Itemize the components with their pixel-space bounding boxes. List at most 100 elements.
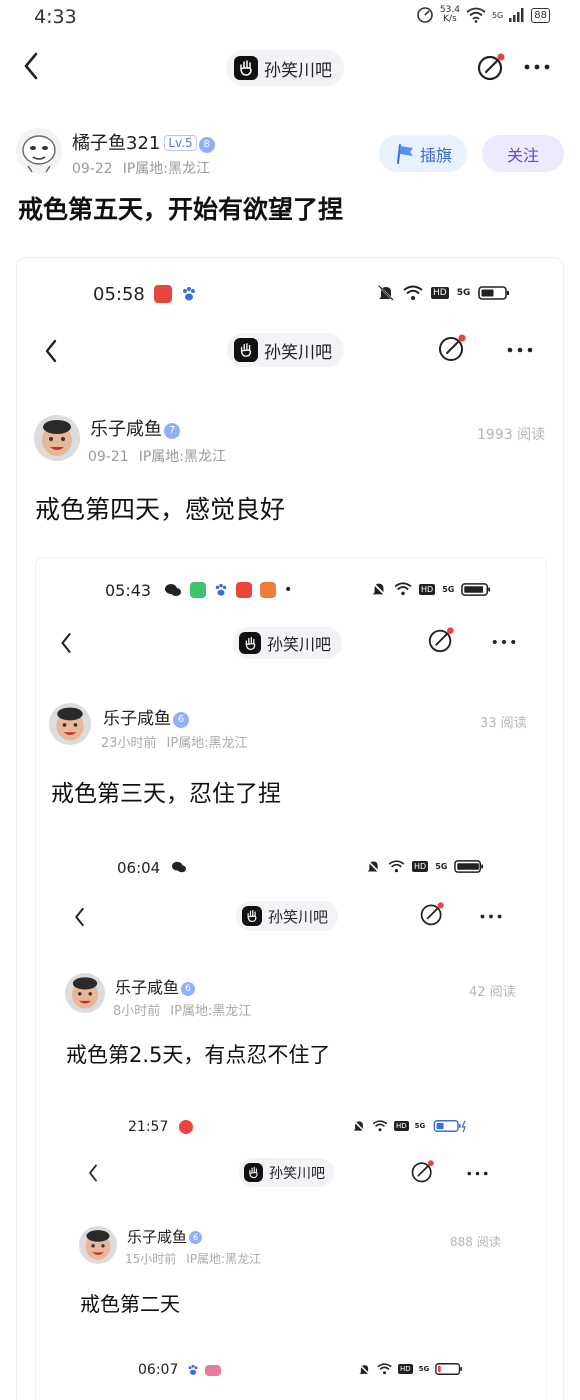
ip-location: IP属地:黑龙江 bbox=[122, 161, 210, 177]
nested-2-time: 05:43 bbox=[105, 581, 152, 600]
author-name-row: 橘子鱼321 Lv.5 8 bbox=[72, 129, 215, 155]
compose-button[interactable] bbox=[476, 52, 506, 86]
author-name[interactable]: 橘子鱼321 bbox=[72, 133, 160, 154]
nested-4-edit-icon bbox=[411, 1160, 434, 1183]
nested-4-author-row: 乐子咸鱼 6 bbox=[127, 1226, 203, 1247]
meme-face-avatar-icon bbox=[22, 135, 56, 173]
forum-logo-icon bbox=[234, 338, 258, 362]
follow-label: 关注 bbox=[506, 145, 539, 165]
nested-2-forum-name: 孙笑川吧 bbox=[267, 635, 332, 654]
nested-1-avatar bbox=[34, 415, 80, 461]
network-type: 5G bbox=[491, 10, 504, 20]
fan-badge-icon: 8 bbox=[198, 137, 215, 153]
wechat-icon bbox=[165, 584, 181, 596]
nested-3-back-icon bbox=[75, 907, 84, 927]
5g-icon: 5G bbox=[435, 862, 448, 871]
nested-3-reads: 42 阅读 bbox=[469, 985, 516, 1000]
post-date: 09-22 bbox=[72, 161, 113, 177]
flag-button[interactable]: 插旗 bbox=[379, 135, 467, 172]
forum-logo-icon bbox=[242, 906, 262, 926]
nested-3-time: 06:04 bbox=[117, 859, 161, 877]
forum-name: 孙笑川吧 bbox=[264, 60, 332, 81]
charging-battery-icon bbox=[433, 1120, 467, 1133]
battery-icon bbox=[478, 286, 510, 300]
flag-icon bbox=[396, 143, 413, 164]
nested-4-reads: 888 阅读 bbox=[450, 1235, 501, 1249]
nested-3-edit-icon bbox=[420, 902, 444, 926]
wifi-icon bbox=[403, 285, 423, 300]
nested-1-status-icons: HD 5G bbox=[377, 284, 510, 302]
author-avatar[interactable] bbox=[16, 128, 62, 174]
nested-4-more-icon bbox=[467, 1171, 488, 1176]
nested-3-author: 乐子咸鱼 bbox=[115, 978, 180, 997]
nested-3-forum-name: 孙笑川吧 bbox=[268, 907, 329, 926]
nested-3-title: 戒色第2.5天，有点忍不住了 bbox=[66, 1043, 331, 1067]
mute-icon bbox=[372, 582, 386, 596]
nested-2-meta: 23小时前 IP属地:黑龙江 bbox=[101, 736, 248, 751]
nested-5-status-icons: HD 5G bbox=[358, 1362, 463, 1376]
music-app-icon bbox=[154, 285, 172, 303]
5g-icon: 5G bbox=[442, 584, 455, 594]
embedded-screenshot[interactable]: 05:58 HD 5G 孙笑川吧 乐子咸鱼 7 09-21 IP属地:黑龙江 199… bbox=[16, 257, 564, 1400]
green-app-icon bbox=[190, 582, 206, 598]
nested-2-notif-icons: • bbox=[164, 582, 292, 598]
top-nav: 孙笑川吧 bbox=[0, 40, 580, 96]
status-bar: 4:33 53.4 K/s 5G 88 bbox=[0, 0, 580, 36]
nested-3-status-icons: HD 5G bbox=[366, 859, 484, 874]
wifi-icon bbox=[388, 860, 405, 873]
nested-4-status-icons: HD 5G bbox=[352, 1119, 471, 1133]
nested-2-author-row: 乐子咸鱼 6 bbox=[103, 704, 189, 729]
mail-app-icon bbox=[260, 582, 276, 598]
hd-icon: HD bbox=[431, 287, 449, 299]
wifi-icon bbox=[377, 1363, 392, 1375]
nested-1-forum-pill: 孙笑川吧 bbox=[227, 333, 344, 367]
back-button[interactable] bbox=[22, 51, 40, 87]
nested-1-time: 05:58 bbox=[93, 284, 145, 305]
nested-1-title: 戒色第四天，感觉良好 bbox=[35, 495, 286, 524]
nested-4-meta: 15小时前 IP属地:黑龙江 bbox=[125, 1252, 262, 1266]
nested-3-avatar bbox=[65, 973, 105, 1013]
level-badge: Lv.5 bbox=[164, 135, 197, 151]
hd-icon: HD bbox=[412, 861, 429, 872]
wifi-icon bbox=[372, 1120, 388, 1132]
nested-4-author: 乐子咸鱼 bbox=[127, 1228, 188, 1246]
nested-3-more-icon bbox=[480, 914, 502, 919]
nested-4-avatar bbox=[79, 1226, 117, 1264]
nested-1-more-icon bbox=[507, 347, 533, 353]
forum-logo-icon bbox=[234, 56, 258, 80]
mute-icon bbox=[353, 1120, 365, 1132]
nested-1-badge: 7 bbox=[164, 423, 180, 439]
mute-icon bbox=[358, 1363, 371, 1375]
nested-1-reads: 1993 阅读 bbox=[477, 427, 546, 443]
paw-icon bbox=[183, 287, 195, 301]
nested-4-title: 戒色第二天 bbox=[80, 1292, 180, 1316]
hd-icon: HD bbox=[394, 1121, 409, 1131]
nested-4-forum-pill: 孙笑川吧 bbox=[239, 1158, 334, 1187]
nested-2-reads: 33 阅读 bbox=[480, 716, 527, 731]
edit-icon bbox=[477, 53, 505, 81]
battery-icon bbox=[454, 860, 484, 873]
nested-4-time: 21:57 bbox=[128, 1119, 169, 1135]
more-options-button[interactable] bbox=[523, 54, 551, 76]
paw-icon bbox=[215, 583, 227, 596]
nested-3-meta: 8小时前 IP属地:黑龙江 bbox=[113, 1004, 252, 1019]
alarm-app-icon bbox=[179, 1120, 193, 1134]
forum-logo-icon bbox=[239, 632, 261, 654]
nested-1-author: 乐子咸鱼 bbox=[90, 419, 162, 440]
hd-icon: HD bbox=[419, 583, 436, 595]
follow-button[interactable]: 关注 bbox=[482, 135, 564, 172]
hd-icon: HD bbox=[398, 1364, 413, 1374]
status-time: 4:33 bbox=[34, 6, 77, 28]
forum-pill[interactable]: 孙笑川吧 bbox=[226, 50, 344, 86]
nested-2-edit-icon bbox=[428, 627, 454, 653]
forum-logo-icon bbox=[244, 1163, 263, 1182]
nested-1-forum-name: 孙笑川吧 bbox=[264, 342, 332, 363]
data-saver-icon bbox=[417, 7, 433, 23]
nested-2-title: 戒色第三天，忍住了捏 bbox=[51, 781, 281, 807]
5g-icon: 5G bbox=[414, 1122, 426, 1130]
nested-4-forum-name: 孙笑川吧 bbox=[269, 1165, 325, 1182]
nested-3-forum-pill: 孙笑川吧 bbox=[236, 901, 339, 931]
battery-icon bbox=[461, 582, 491, 596]
nested-2-more-icon bbox=[492, 639, 516, 645]
nested-3-badge: 6 bbox=[181, 982, 196, 996]
